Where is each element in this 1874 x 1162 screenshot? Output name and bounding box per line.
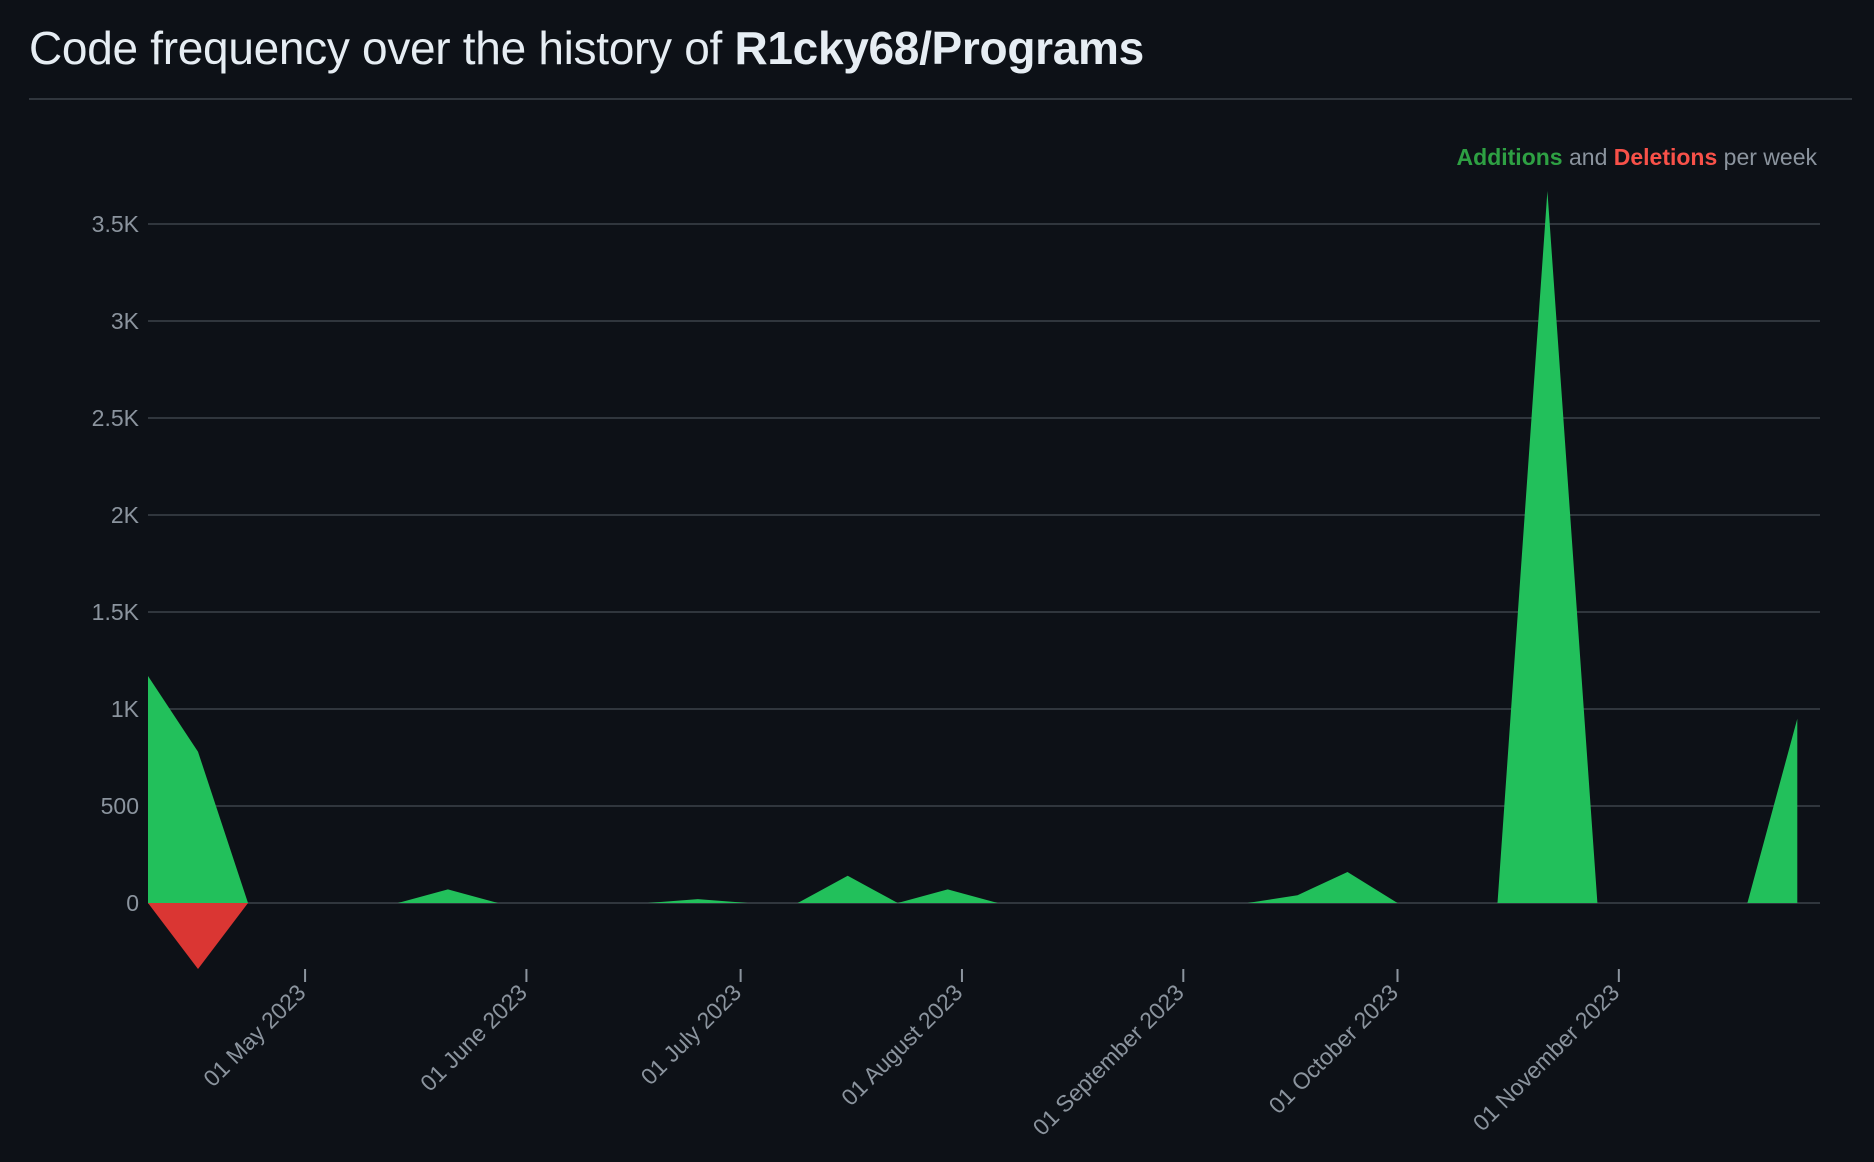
y-tick-label: 1.5K — [92, 599, 140, 625]
chart-svg: 01 May 2023 01 June 2023 01 July 2023 01 Au… — [92, 144, 1820, 1140]
x-tick-label: 01 June 2023 — [415, 979, 532, 1096]
legend-deletions: Deletions — [1614, 144, 1718, 170]
x-tick-label: 01 August 2023 — [836, 979, 967, 1110]
additions-area — [148, 191, 1798, 903]
title-prefix: Code frequency over the history of — [29, 22, 735, 74]
legend-suffix: per week — [1717, 144, 1817, 170]
y-tick-label: 3.5K — [92, 211, 140, 237]
code-frequency-chart: 01 May 2023 01 June 2023 01 July 2023 01 Au… — [0, 102, 1874, 1162]
y-tick-label: 3K — [111, 308, 140, 334]
chart-legend: Additions and Deletions per week — [1457, 144, 1818, 170]
y-axis: 0 500 1K 1.5K 2K 2.5K 3K 3.5K — [92, 211, 140, 916]
page-title: Code frequency over the history of R1cky… — [29, 14, 1852, 82]
x-tick-label: 01 November 2023 — [1468, 979, 1625, 1136]
x-axis: 01 May 2023 01 June 2023 01 July 2023 01 Au… — [198, 969, 1624, 1140]
x-tick-label: 01 September 2023 — [1028, 979, 1189, 1140]
x-tick-label: 01 May 2023 — [198, 979, 310, 1091]
y-tick-label: 500 — [101, 793, 139, 819]
legend-additions: Additions — [1457, 144, 1563, 170]
y-tick-label: 2K — [111, 502, 140, 528]
y-tick-label: 2.5K — [92, 405, 140, 431]
deletions-area — [148, 903, 1798, 969]
x-tick-label: 01 October 2023 — [1263, 979, 1403, 1119]
area-layer — [148, 191, 1798, 969]
page-header: Code frequency over the history of R1cky… — [29, 14, 1852, 100]
y-tick-label: 1K — [111, 696, 140, 722]
repo-name: R1cky68/Programs — [734, 22, 1144, 74]
x-tick-label: 01 July 2023 — [636, 979, 747, 1090]
legend-and: and — [1563, 144, 1614, 170]
y-tick-label: 0 — [126, 890, 139, 916]
